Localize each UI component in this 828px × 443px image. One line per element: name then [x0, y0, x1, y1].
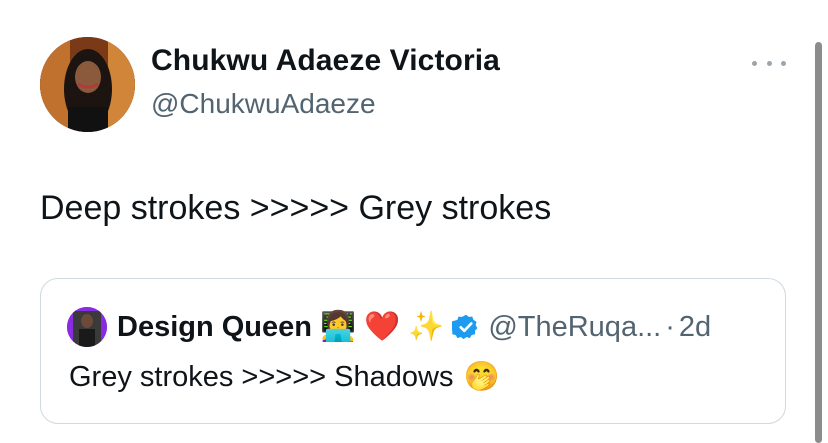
quote-text-row: Grey strokes >>>>> Shadows 🤭: [69, 360, 500, 394]
quote-author-handle[interactable]: @TheRuqa...: [488, 311, 661, 344]
tweet-text: Deep strokes >>>>> Grey strokes: [40, 189, 552, 227]
sparkles-emoji: ✨: [408, 311, 445, 343]
quoted-tweet-card[interactable]: [40, 278, 786, 424]
more-dot: [752, 60, 757, 66]
separator-dot: ·: [665, 310, 675, 343]
more-icon[interactable]: [752, 52, 786, 74]
scrollbar[interactable]: [815, 42, 822, 443]
author-avatar-image: [40, 37, 135, 132]
hand-over-mouth-emoji: 🤭: [463, 361, 500, 393]
author-avatar[interactable]: [40, 37, 135, 132]
technologist-emoji: 👩‍💻: [320, 311, 357, 343]
quote-timestamp[interactable]: 2d: [679, 311, 711, 344]
quote-author-name[interactable]: Design Queen: [117, 311, 312, 344]
more-dot: [766, 60, 772, 66]
more-dot: [781, 60, 786, 66]
quote-text: Grey strokes >>>>> Shadows: [69, 360, 454, 393]
author-name[interactable]: Chukwu Adaeze Victoria: [151, 44, 500, 78]
quote-header: Design Queen 👩‍💻 ❤️ ✨ @TheRuqa... · 2d: [117, 309, 711, 345]
author-handle[interactable]: @ChukwuAdaeze: [151, 88, 376, 120]
quote-author-avatar[interactable]: [67, 307, 107, 347]
quote-avatar-image: [67, 307, 107, 347]
heart-emoji: ❤️: [364, 311, 401, 343]
verified-badge-icon: [452, 314, 478, 340]
